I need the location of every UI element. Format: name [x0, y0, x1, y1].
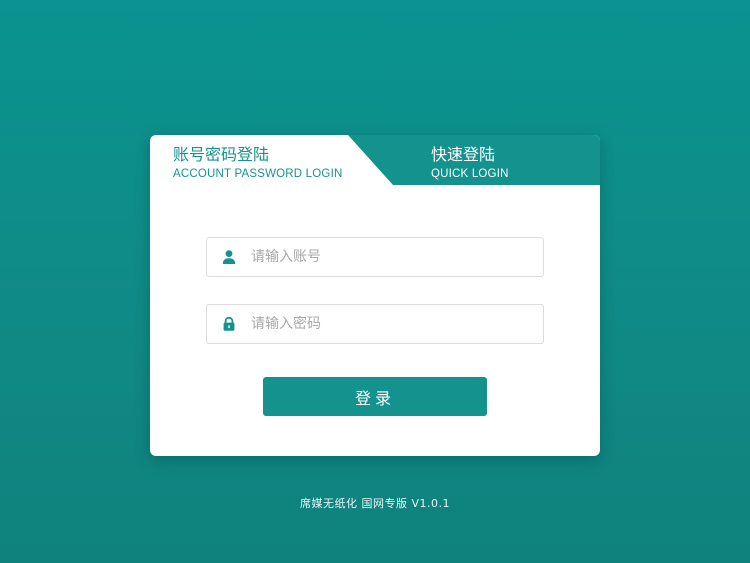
tab-account-password-subtitle: ACCOUNT PASSWORD LOGIN [173, 168, 343, 180]
login-card: 账号密码登陆 ACCOUNT PASSWORD LOGIN 快速登陆 QUICK… [150, 135, 600, 456]
login-button[interactable]: 登录 [263, 377, 487, 416]
tab-quick-login[interactable]: 快速登陆 QUICK LOGIN [350, 135, 600, 185]
account-input[interactable] [251, 238, 531, 276]
tab-quick-login-subtitle: QUICK LOGIN [431, 168, 509, 180]
account-field[interactable] [206, 237, 544, 277]
lock-icon [221, 316, 237, 332]
login-tab-bar: 账号密码登陆 ACCOUNT PASSWORD LOGIN 快速登陆 QUICK… [150, 135, 600, 185]
version-footer: 席媒无纸化 国网专版 V1.0.1 [299, 497, 450, 510]
tab-account-password-login[interactable]: 账号密码登陆 ACCOUNT PASSWORD LOGIN [150, 135, 350, 185]
password-input[interactable] [251, 305, 531, 343]
user-icon [221, 249, 237, 265]
tab-account-password-title: 账号密码登陆 [173, 145, 270, 164]
password-field[interactable] [206, 304, 544, 344]
tab-quick-login-title: 快速登陆 [431, 145, 496, 164]
